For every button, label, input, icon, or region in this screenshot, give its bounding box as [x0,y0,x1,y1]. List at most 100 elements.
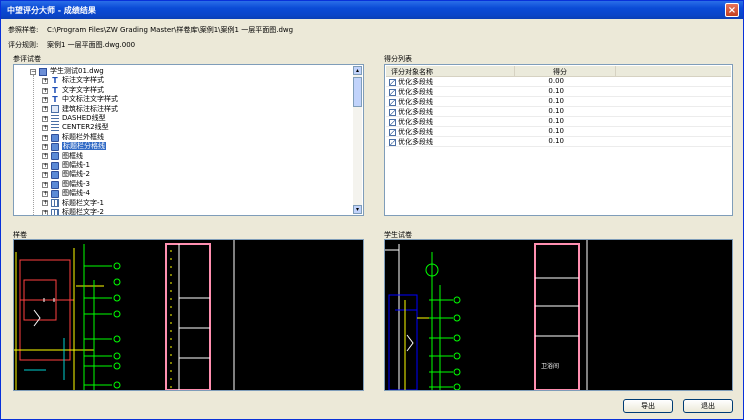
block-icon [51,189,59,198]
scroll-down-button[interactable]: ▾ [353,205,362,214]
grid-icon [51,199,59,208]
tree-item[interactable]: + 标题栏文字-1 [42,199,104,208]
tree-root[interactable]: − 学生测试01.dwg [30,67,104,76]
tree-item[interactable]: + DASHED线型 [42,114,106,123]
title-bar[interactable]: 中望评分大师 - 成绩结果 × [1,1,743,19]
tree-item[interactable]: + 标题栏文字-2 [42,208,104,215]
tree-item-label: 标题栏文字-1 [62,198,104,207]
tree-connector [33,75,34,215]
tree-item-label: 建筑标注标注样式 [62,104,118,113]
tree-scrollbar[interactable]: ▴ ▾ [353,66,362,214]
linetype-icon [51,114,59,123]
main-window: 中望评分大师 - 成绩结果 × 参照样卷: C:\Program Files\Z… [0,0,744,420]
tree-item[interactable]: + T 文字文字样式 [42,86,104,95]
drawing-file-icon [39,67,47,76]
tree-item-label: 图框线 [62,151,83,160]
expand-icon[interactable]: + [42,190,48,197]
expand-icon[interactable]: + [42,172,48,179]
block-icon [51,161,59,170]
rule-value: 案例1 一层平面图.dwg.000 [47,41,136,49]
expand-icon[interactable]: + [42,96,48,103]
tree-item[interactable]: + T 中文标注文字样式 [42,95,118,104]
student-drawing: 卫浴间 [385,240,588,390]
linetype-icon [51,124,59,133]
tree-item-label: 图幅线-4 [62,189,90,198]
tree-item-label: 文字文字样式 [62,85,104,94]
collapse-icon[interactable]: − [30,68,36,75]
block-icon [51,152,59,161]
sample-drawing-view[interactable] [13,239,364,391]
expand-icon[interactable]: + [42,125,48,132]
tree-item[interactable]: + 建筑标注标注样式 [42,105,118,114]
polyline-icon [389,88,396,96]
ref-label: 参照样卷: [8,26,39,34]
block-icon [51,133,59,142]
tree-item[interactable]: + 标题栏分格线 [42,142,106,151]
tree-item-label: CENTER2线型 [62,123,109,132]
tree-group-title: 参评试卷 [13,55,41,63]
sample-drawing [14,240,235,390]
text-style-icon: T [52,85,58,95]
text-style-icon: T [52,94,58,104]
score-value: 0.10 [548,127,564,135]
tree-item[interactable]: + 图框线 [42,152,83,161]
scroll-up-button[interactable]: ▴ [353,66,362,75]
expand-icon[interactable]: + [42,153,48,160]
tree-item[interactable]: + 图幅线-3 [42,180,90,189]
close-button[interactable]: × [725,3,739,17]
text-style-icon: T [52,76,58,86]
expand-icon[interactable]: + [42,209,48,215]
tree-item[interactable]: + 标题栏外框线 [42,133,104,142]
polyline-icon [389,78,396,86]
table-row[interactable]: 优化多段线 0.10 [386,136,731,147]
tree-item-label: 标注文字样式 [62,76,104,85]
score-value: 0.10 [548,97,564,105]
expand-icon[interactable]: + [42,106,48,113]
tree-item-label: 图幅线-3 [62,179,90,188]
block-icon [51,171,59,180]
expand-icon[interactable]: + [42,181,48,188]
expand-icon[interactable]: + [42,200,48,207]
polyline-icon [389,98,396,106]
expand-icon[interactable]: + [42,143,48,150]
exit-button[interactable]: 退出 [683,399,733,413]
scroll-thumb[interactable] [353,77,362,107]
close-icon: × [727,5,737,16]
score-value: 0.00 [548,77,564,85]
score-value: 0.10 [548,137,564,145]
student-drawing-view[interactable]: 卫浴间 [384,239,733,391]
polyline-icon [389,138,396,146]
score-value: 0.10 [548,87,564,95]
block-icon [51,180,59,189]
scores-group-title: 得分列表 [384,55,412,63]
student-room-label: 卫浴间 [541,362,559,370]
tree-item-label: 中文标注文字样式 [62,95,118,104]
dim-style-icon [51,105,59,114]
ref-value: C:\Program Files\ZW Grading Master\样卷库\案… [47,26,294,34]
polyline-icon [389,128,396,136]
tree-root-label: 学生测试01.dwg [50,67,104,75]
tree-item[interactable]: + T 标注文字样式 [42,76,104,85]
tree-item[interactable]: + CENTER2线型 [42,123,109,133]
tree-item-label: 标题栏分格线 [62,142,106,151]
tree-item-label: 图幅线-2 [62,170,90,179]
tree-item[interactable]: + 图幅线-1 [42,161,90,170]
tree-view[interactable]: − 学生测试01.dwg + T 标注文字样式 + T 文字文字样式 + T 中文标注文字样式 + 建… [13,64,364,216]
expand-icon[interactable]: + [42,78,48,85]
expand-icon[interactable]: + [42,134,48,141]
score-list[interactable]: 评分对象名称 得分 优化多段线 0.00 优化多段线 0.10 优化多段线 0.10 优化多… [384,64,733,216]
tree-item-label: 图幅线-1 [62,161,90,169]
tree-item-label: 标题栏文字-2 [62,208,104,215]
grid-icon [51,208,59,215]
score-value: 0.10 [548,107,564,115]
expand-icon[interactable]: + [42,115,48,122]
score-value: 0.10 [548,117,564,125]
polyline-icon [389,108,396,116]
expand-icon[interactable]: + [42,87,48,94]
polyline-icon [389,118,396,126]
export-button[interactable]: 导出 [623,399,673,413]
tree-item[interactable]: + 图幅线-4 [42,189,90,198]
expand-icon[interactable]: + [42,162,48,169]
tree-item-label: DASHED线型 [62,114,106,122]
tree-item[interactable]: + 图幅线-2 [42,170,90,180]
